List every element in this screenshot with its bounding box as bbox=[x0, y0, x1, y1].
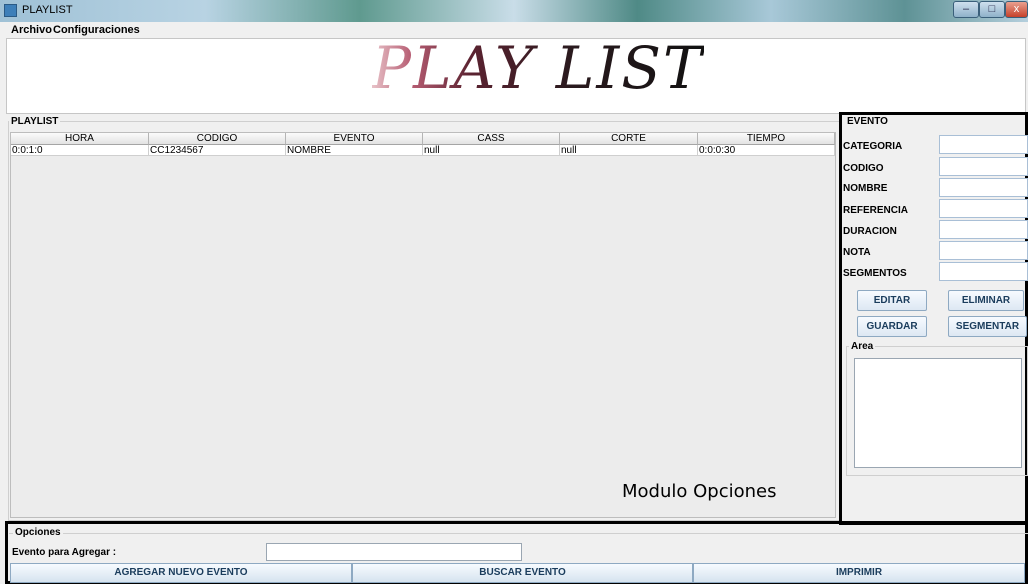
opciones-title: Opciones bbox=[13, 527, 63, 538]
referencia-field[interactable] bbox=[939, 199, 1028, 218]
app-icon bbox=[4, 4, 17, 17]
evento-para-agregar-input[interactable] bbox=[266, 543, 522, 561]
duracion-field[interactable] bbox=[939, 220, 1028, 239]
frame-joint bbox=[839, 521, 842, 525]
maximize-button[interactable]: □ bbox=[979, 1, 1005, 18]
table-cell-corte[interactable]: null bbox=[560, 145, 698, 156]
segmentos-label: SEGMENTOS bbox=[843, 268, 907, 279]
editar-button[interactable]: EDITAR bbox=[857, 290, 927, 311]
menu-archivo[interactable]: Archivo bbox=[11, 24, 52, 36]
table-cell-tiempo[interactable]: 0:0:0:30 bbox=[698, 145, 835, 156]
column-header-tiempo[interactable]: TIEMPO bbox=[698, 133, 835, 145]
window-title: PLAYLIST bbox=[22, 4, 73, 16]
nombre-label: NOMBRE bbox=[843, 183, 888, 194]
buscar-evento-button[interactable]: BUSCAR EVENTO bbox=[352, 563, 693, 583]
column-header-codigo[interactable]: CODIGO bbox=[149, 133, 286, 145]
playlist-title: PLAYLIST bbox=[9, 116, 61, 127]
area-textarea[interactable] bbox=[854, 358, 1022, 468]
column-header-hora[interactable]: HORA bbox=[11, 133, 149, 145]
agregar-nuevo-evento-button[interactable]: AGREGAR NUEVO EVENTO bbox=[10, 563, 352, 583]
column-header-cass[interactable]: CASS bbox=[423, 133, 560, 145]
nota-field[interactable] bbox=[939, 241, 1028, 260]
playlist-table[interactable] bbox=[10, 132, 836, 518]
modulo-opciones-label: Modulo Opciones bbox=[622, 481, 777, 502]
eliminar-button[interactable]: ELIMINAR bbox=[948, 290, 1024, 311]
nombre-field[interactable] bbox=[939, 178, 1028, 197]
window-title-bar[interactable] bbox=[0, 0, 1028, 22]
codigo-field[interactable] bbox=[939, 157, 1028, 176]
segmentar-button[interactable]: SEGMENTAR bbox=[948, 316, 1027, 337]
area-title: Area bbox=[849, 341, 876, 352]
codigo-label: CODIGO bbox=[843, 163, 884, 174]
table-cell-cass[interactable]: null bbox=[423, 145, 560, 156]
segmentos-field[interactable] bbox=[939, 262, 1028, 281]
column-header-corte[interactable]: CORTE bbox=[560, 133, 698, 145]
column-header-evento[interactable]: EVENTO bbox=[286, 133, 423, 145]
close-button[interactable]: x bbox=[1005, 1, 1028, 18]
guardar-button[interactable]: GUARDAR bbox=[857, 316, 927, 337]
table-cell-hora[interactable]: 0:0:1:0 bbox=[11, 145, 149, 156]
banner-logo-text: PLAY LIST bbox=[372, 34, 704, 102]
table-cell-evento[interactable]: NOMBRE bbox=[286, 145, 423, 156]
nota-label: NOTA bbox=[843, 247, 871, 258]
imprimir-button[interactable]: IMPRIMIR bbox=[693, 563, 1025, 583]
evento-para-agregar-label: Evento para Agregar : bbox=[12, 547, 117, 558]
duracion-label: DURACION bbox=[843, 226, 897, 237]
referencia-label: REFERENCIA bbox=[843, 205, 909, 216]
table-cell-codigo[interactable]: CC1234567 bbox=[149, 145, 286, 156]
menu-configuraciones[interactable]: Configuraciones bbox=[53, 24, 140, 36]
categoria-field[interactable] bbox=[939, 135, 1028, 154]
minimize-button[interactable]: – bbox=[953, 1, 979, 18]
evento-title: EVENTO bbox=[845, 116, 890, 127]
categoria-label: CATEGORIA bbox=[843, 141, 903, 152]
